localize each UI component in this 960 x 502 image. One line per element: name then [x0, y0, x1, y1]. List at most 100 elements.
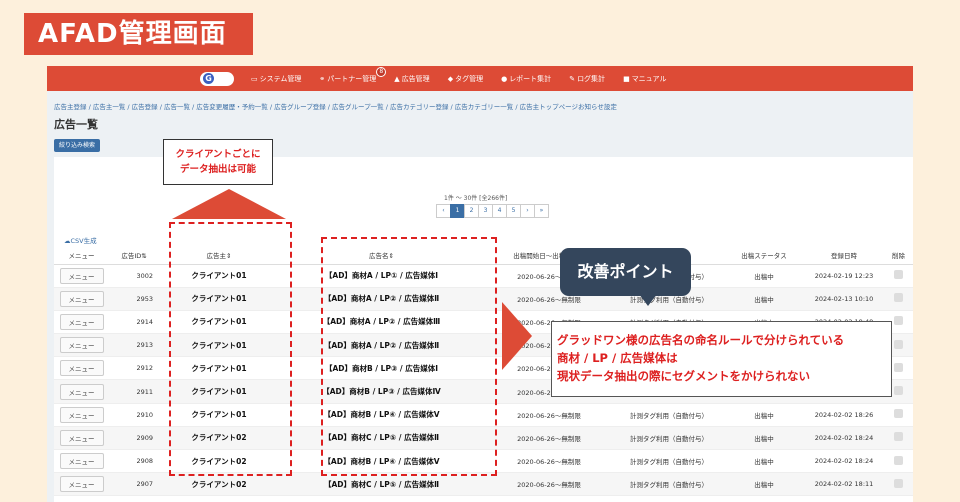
- table-cell-itp: 計測タグ利用（自動付与）: [614, 449, 724, 474]
- row-menu-button[interactable]: メニュー: [59, 406, 104, 423]
- table-cell-status: 出稿中: [724, 264, 804, 288]
- table-cell-delete: [884, 264, 913, 288]
- row-menu-button[interactable]: メニュー: [59, 267, 104, 284]
- page-link[interactable]: 4: [492, 204, 507, 218]
- table-row: メニュー 2907 クライアント02 【AD】商材C / LP⑤ / 広告媒体Ⅱ 202…: [54, 472, 913, 497]
- row-menu-button[interactable]: メニュー: [59, 313, 104, 330]
- delete-checkbox[interactable]: [894, 362, 903, 372]
- table-cell-menu: メニュー: [54, 287, 109, 311]
- result-count: 1件 〜 30件 [全266件]: [444, 195, 508, 202]
- admin-window: G ▭ システム管理 ⚭ パートナー管理 8 ▲ 広告管理 ◆ タグ管理 ● レポート集計 ✎ ログ集計…: [47, 66, 913, 502]
- table-cell-menu: メニュー: [54, 356, 109, 381]
- nav-item[interactable]: ● レポート集計: [494, 74, 558, 84]
- cell-text: 2020-06-26〜無制限: [517, 434, 581, 443]
- delete-checkbox[interactable]: [894, 270, 903, 280]
- nav-item[interactable]: ■ マニュアル: [616, 74, 673, 84]
- column-header[interactable]: 広告ID⇅: [109, 247, 159, 265]
- table-cell-name: 【AD】商材A / LP① / 広告媒体Ⅰ: [279, 264, 484, 288]
- nav-item[interactable]: ▲ 広告管理: [387, 74, 436, 84]
- table-cell-status: 出稿中: [724, 472, 804, 497]
- row-menu-button[interactable]: メニュー: [59, 290, 104, 307]
- cell-text: 2024-02-02 18:26: [814, 410, 874, 419]
- delete-checkbox[interactable]: [894, 339, 903, 349]
- cell-text: 2908: [136, 457, 153, 466]
- page-link[interactable]: ›: [520, 204, 535, 218]
- cell-text: 出稿中: [754, 411, 774, 420]
- table-cell-id: 2908: [109, 449, 159, 474]
- cell-text: 2024-02-13 10:10: [814, 294, 874, 303]
- table-cell-delete: [884, 287, 913, 311]
- column-header[interactable]: メニュー: [54, 247, 109, 265]
- table-cell-date: 2024-02-02 18:24: [804, 449, 884, 474]
- filter-search-button[interactable]: 絞り込み検索: [54, 139, 101, 152]
- nav-label: レポート集計: [509, 74, 552, 83]
- page-link[interactable]: 5: [506, 204, 521, 218]
- column-header[interactable]: 登録日時: [804, 247, 884, 265]
- row-menu-button[interactable]: メニュー: [59, 429, 104, 446]
- callout-client-line1: クライアントごとに: [175, 149, 261, 160]
- cell-text: 2024-02-02 18:11: [814, 480, 874, 489]
- cell-text: 2953: [136, 294, 153, 303]
- callout-issue-line3: 現状データ抽出の際にセグメントをかけられない: [557, 369, 810, 383]
- nav-item[interactable]: ◆ タグ管理: [441, 74, 490, 84]
- callout-issue-line2: 商材 / LP / 広告媒体は: [557, 351, 678, 365]
- row-menu-button[interactable]: メニュー: [59, 337, 104, 354]
- row-menu-button[interactable]: メニュー: [59, 360, 104, 377]
- cell-text: 2913: [136, 341, 153, 350]
- table-cell-advertiser: クライアント02: [159, 449, 279, 474]
- page-link[interactable]: 3: [478, 204, 493, 218]
- nav-icon: ▭: [251, 74, 258, 83]
- nav-item[interactable]: ▭ システム管理: [244, 74, 308, 84]
- table-cell-menu: メニュー: [54, 264, 109, 288]
- delete-checkbox[interactable]: [894, 455, 903, 465]
- nav-label: タグ管理: [455, 74, 484, 83]
- delete-checkbox[interactable]: [894, 409, 903, 419]
- cell-text: 【AD】商材B / LP④ / 広告媒体Ⅴ: [323, 456, 440, 466]
- csv-export-link[interactable]: ☁CSV生成: [64, 235, 97, 245]
- delete-checkbox[interactable]: [894, 293, 903, 303]
- page-link[interactable]: 2: [464, 204, 479, 218]
- table-cell-menu: メニュー: [54, 403, 109, 427]
- column-header[interactable]: 出稿ステータス: [724, 247, 804, 265]
- table-row: メニュー 2909 クライアント02 【AD】商材C / LP⑤ / 広告媒体Ⅱ 202…: [54, 426, 913, 451]
- cell-text: 2909: [136, 433, 153, 442]
- cell-text: クライアント01: [191, 410, 247, 420]
- table-cell-itp: 計測タグ利用（自動付与）: [614, 403, 724, 427]
- cell-text: 【AD】商材A / LP② / 広告媒体Ⅱ: [323, 294, 440, 304]
- table-cell-advertiser: クライアント01: [159, 333, 279, 358]
- cell-text: 2911: [136, 387, 153, 396]
- app-logo[interactable]: G: [200, 71, 234, 86]
- nav-label: ログ集計: [577, 74, 606, 83]
- improvement-point-bubble: 改善ポイント: [560, 248, 691, 296]
- nav-item[interactable]: ✎ ログ集計: [562, 74, 612, 84]
- table-cell-itp: 計測タグ利用（自動付与）: [614, 472, 724, 497]
- table-cell-date: 2024-02-02 18:24: [804, 426, 884, 451]
- table-cell-name: 【AD】商材B / LP③ / 広告媒体Ⅳ: [279, 379, 484, 404]
- cell-text: クライアント01: [191, 387, 247, 397]
- breadcrumb[interactable]: 広告主登録 / 広告主一覧 / 広告登録 / 広告一覧 / 広告変更履歴・予約一…: [54, 101, 617, 111]
- cell-text: 2907: [136, 480, 153, 489]
- delete-checkbox[interactable]: [894, 386, 903, 396]
- delete-checkbox[interactable]: [894, 316, 903, 326]
- row-menu-button[interactable]: メニュー: [59, 476, 104, 493]
- row-menu-button[interactable]: メニュー: [59, 383, 104, 400]
- table-cell-delete: [884, 403, 913, 427]
- delete-checkbox[interactable]: [894, 432, 903, 442]
- delete-checkbox[interactable]: [894, 478, 903, 488]
- page-link[interactable]: ‹: [436, 204, 451, 218]
- cell-text: クライアント02: [191, 433, 247, 443]
- nav-item[interactable]: ⚭ パートナー管理 8: [312, 66, 387, 84]
- page-link[interactable]: 1: [450, 204, 465, 218]
- column-header[interactable]: 削除: [884, 247, 913, 265]
- column-header[interactable]: 広告名⇕: [279, 247, 484, 265]
- table-cell-advertiser: クライアント01: [159, 264, 279, 288]
- cell-text: 2912: [136, 364, 153, 373]
- column-header[interactable]: 広告主⇕: [159, 247, 279, 265]
- page-link[interactable]: »: [534, 204, 549, 218]
- table-row: メニュー 3002 クライアント01 【AD】商材A / LP① / 広告媒体Ⅰ 202…: [54, 264, 913, 288]
- row-menu-button[interactable]: メニュー: [59, 453, 104, 470]
- table-cell-id: 2910: [109, 403, 159, 427]
- cell-text: 2024-02-02 18:24: [814, 433, 874, 442]
- table-cell-name: 【AD】商材C / LP⑤ / 広告媒体Ⅱ: [279, 426, 484, 451]
- table-cell-menu: メニュー: [54, 333, 109, 358]
